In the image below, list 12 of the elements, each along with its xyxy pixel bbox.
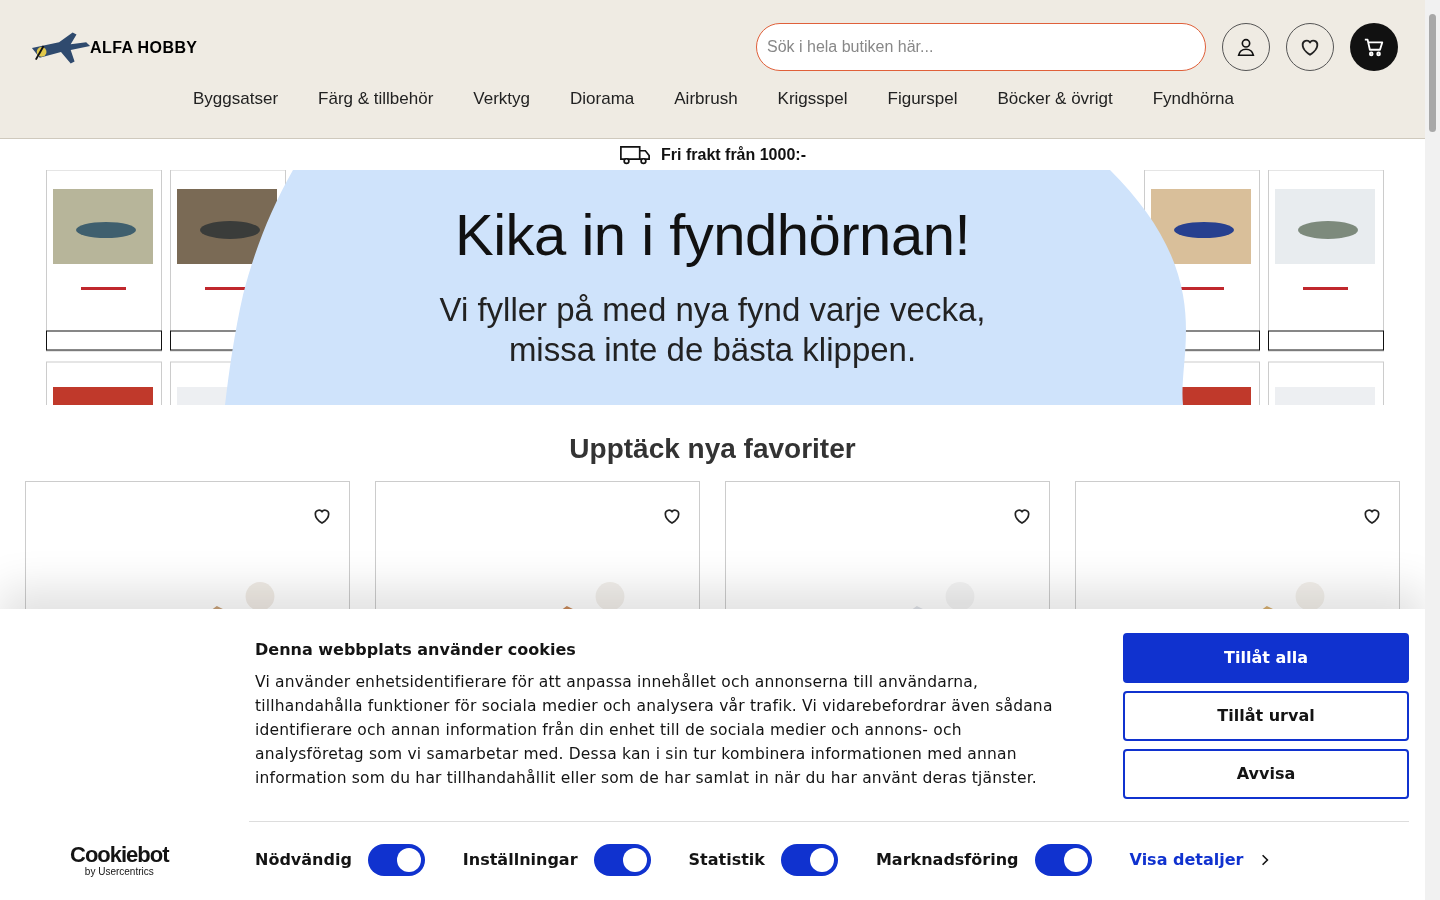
banner-headline: Kika in i fyndhörnan! — [454, 201, 970, 269]
banner-subline: Vi fyller på med nya fynd varje vecka, missa inte de bästa klippen. — [438, 290, 987, 370]
toggle-label: Statistik — [688, 849, 765, 871]
toggle-label: Nödvändig — [255, 849, 352, 871]
cookiebot-logo-text: Cookiebot — [70, 844, 169, 866]
free-shipping-text: Fri frakt från 1000:- — [661, 144, 806, 165]
toggle-label: Inställningar — [462, 849, 578, 871]
cookiebot-tagline: by Usercentrics — [84, 866, 154, 878]
section-heading: Upptäck nya favoriter — [568, 432, 857, 466]
cookie-text: Vi använder enhetsidentifierare för att anpassa innehållet och annonserna till användarna, tillhandahålla funktioner för sociala medier och analysera vår trafik. Vi vidarebefordrar även sådana identifierare och annan information från din enhet till de sociala medier och annons- och analysföretag som vi samarbetar med. Dessa kan i sin tur kombinera informationen med annan information som du har tillhandahållit eller som de har samlat in när du har använt deras tjänster. — [255, 672, 1054, 789]
cookie-title: Denna webbplats använder cookies — [255, 639, 577, 661]
toggle-label: Marknadsföring — [875, 849, 1019, 871]
